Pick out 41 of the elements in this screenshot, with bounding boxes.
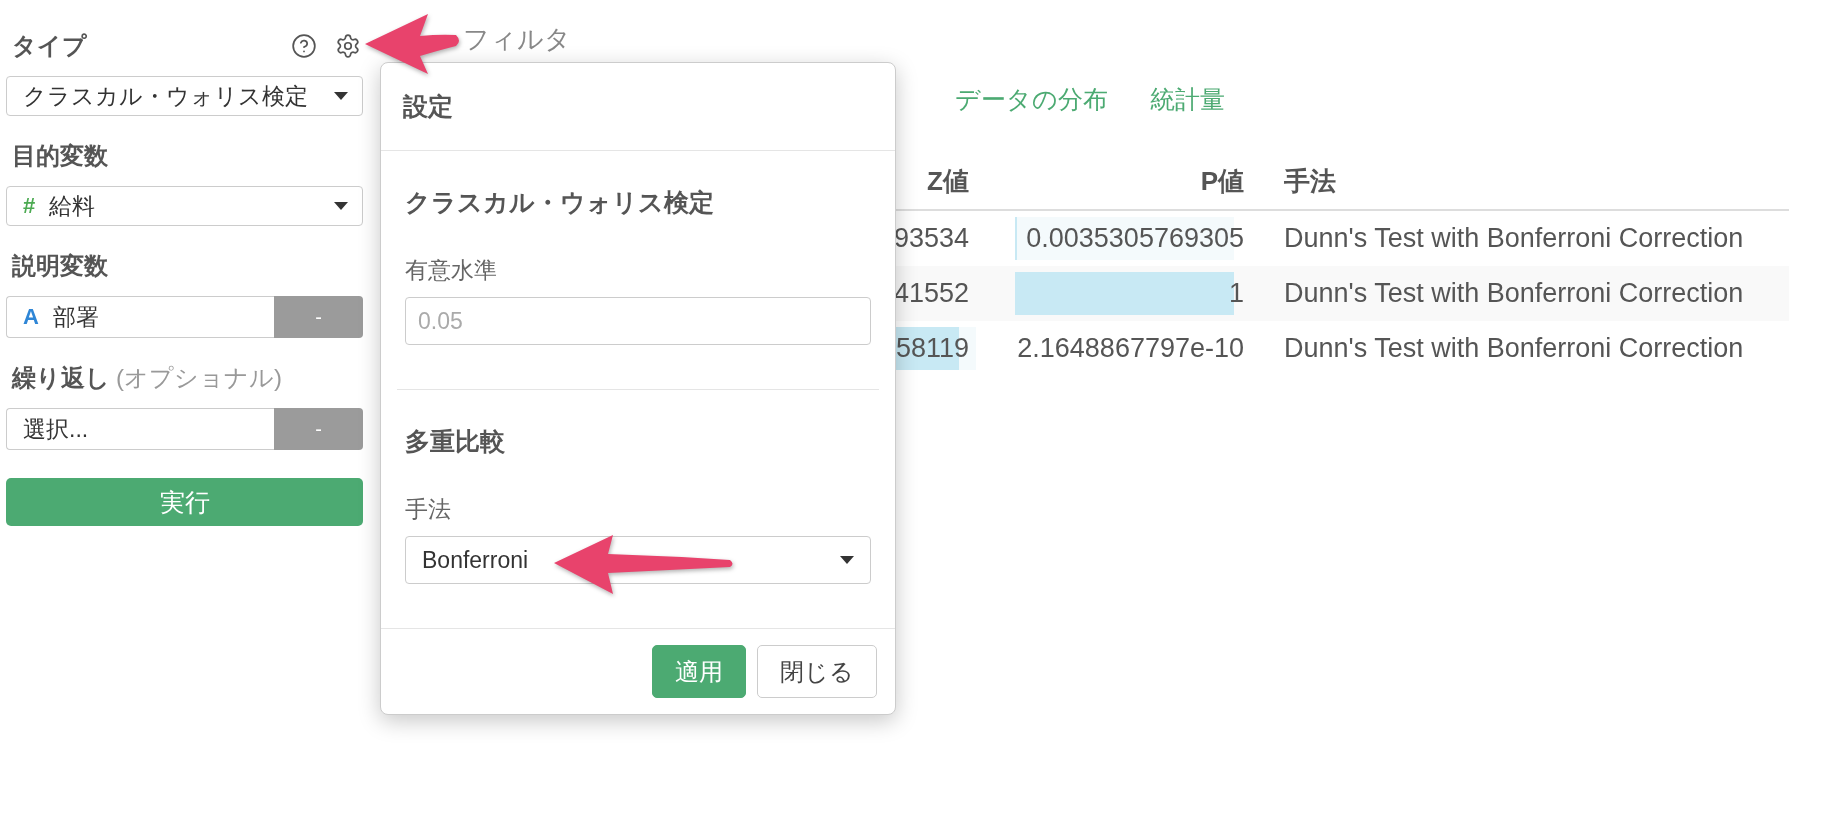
field-label: タイプ [11,31,87,61]
field-label: 手法 [405,495,452,524]
variable-field[interactable]: A 部署 [6,296,274,338]
dropdown-value: Bonferroni [422,546,529,574]
dropdown-value: 給料 [49,191,96,221]
table-cell: 0.0035305769305 [1026,223,1244,254]
field-value: 選択... [23,414,89,444]
type-icon: A [23,304,39,330]
section-title: フィルタ [463,23,572,54]
table-cell: 58119 [895,333,969,364]
section-heading: 多重比較 [405,426,506,456]
field-label: 説明変数 [11,251,108,281]
input-field[interactable]: 0.05 [405,297,871,345]
type-icon: # [23,193,36,219]
section-heading: クラスカル・ウォリス検定 [405,187,715,217]
help-icon[interactable] [291,33,317,59]
field-label: 繰り返し (オプショナル) [10,363,282,393]
caret-icon [334,202,348,210]
caret-icon [840,556,854,564]
table-cell: 2.1648867797e-10 [1017,333,1244,364]
dropdown-value: クラスカル・ウォリス検定 [23,81,308,111]
table-cell: Dunn's Test with Bonferroni Correction [1284,333,1744,364]
table-cell: Dunn's Test with Bonferroni Correction [1284,223,1744,254]
column-header: P値 [1200,165,1244,198]
table-cell: Dunn's Test with Bonferroni Correction [1284,278,1744,309]
column-header: 手法 [1284,165,1336,198]
popover-title: 設定 [403,91,453,122]
field-label: 目的変数 [11,141,108,171]
column-header: Z値 [927,165,969,198]
dropdown[interactable]: # 給料 [6,186,363,226]
settings-icon[interactable] [335,33,361,59]
dropdown[interactable]: Bonferroni [405,536,871,584]
close-button[interactable]: 閉じる [757,645,877,698]
table-cell: 41552 [893,278,969,309]
table-cell: 93534 [893,223,969,254]
table-cell: 1 [1228,278,1244,309]
field-label: 有意水準 [405,256,498,285]
field-value: 部署 [52,302,99,332]
dropdown[interactable]: クラスカル・ウォリス検定 [6,76,363,116]
variable-field[interactable]: 選択... [6,408,274,450]
caret-icon [334,92,348,100]
